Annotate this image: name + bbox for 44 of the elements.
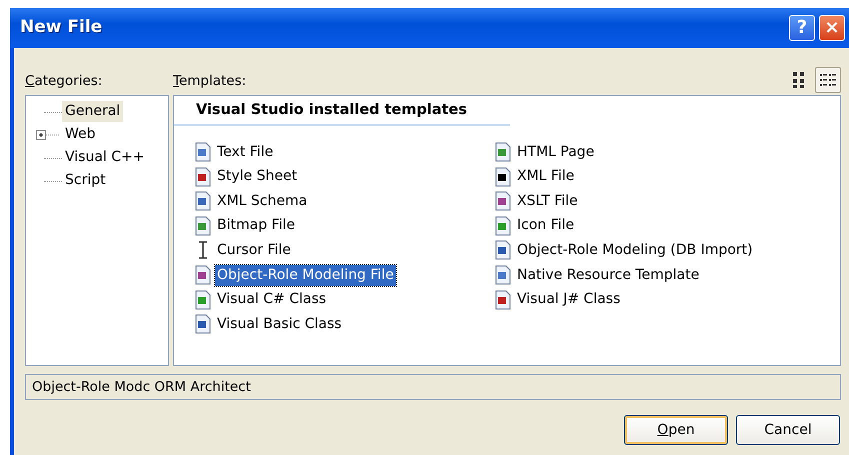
description-field: Object-Role Modc ORM Architect bbox=[25, 374, 841, 400]
document-icon bbox=[194, 265, 212, 286]
document-icon bbox=[194, 314, 212, 334]
template-item[interactable]: Visual C# Class bbox=[215, 289, 328, 310]
category-item[interactable]: Web bbox=[62, 124, 99, 145]
template-item[interactable]: Visual Basic Class bbox=[215, 314, 344, 335]
grid-icon bbox=[792, 71, 804, 89]
document-icon bbox=[494, 216, 512, 236]
template-item[interactable]: XML File bbox=[515, 166, 576, 188]
window-title: New File bbox=[20, 16, 104, 40]
open-button[interactable]: Open bbox=[624, 415, 728, 445]
template-item[interactable]: Text File bbox=[215, 142, 276, 163]
category-item[interactable]: Script bbox=[62, 170, 109, 191]
document-icon bbox=[494, 290, 512, 310]
document-icon bbox=[194, 216, 212, 236]
template-item[interactable]: HTML Page bbox=[515, 142, 596, 163]
template-item[interactable]: Bitmap File bbox=[215, 215, 297, 236]
document-icon bbox=[194, 142, 212, 162]
small-icons-view-button[interactable] bbox=[815, 67, 841, 93]
document-icon bbox=[194, 290, 212, 310]
document-icon bbox=[194, 191, 212, 212]
document-icon bbox=[494, 191, 512, 212]
template-item[interactable]: XML Schema bbox=[215, 190, 310, 212]
template-item[interactable]: Object-Role Modeling File bbox=[215, 264, 396, 286]
templates-label: Templates: bbox=[173, 72, 248, 91]
document-icon bbox=[494, 166, 512, 187]
template-item[interactable]: XSLT File bbox=[515, 190, 580, 212]
template-item[interactable]: Native Resource Template bbox=[515, 264, 702, 286]
category-item[interactable]: Visual C++ bbox=[62, 147, 148, 168]
document-icon bbox=[494, 265, 512, 286]
template-item[interactable]: Visual J# Class bbox=[515, 289, 622, 310]
list-icon bbox=[819, 72, 837, 88]
group-title: Visual Studio installed templates bbox=[174, 96, 510, 126]
categories-label: Categories: bbox=[25, 72, 104, 91]
template-item[interactable]: Cursor File bbox=[215, 240, 293, 261]
document-icon bbox=[494, 240, 512, 260]
category-item[interactable]: General bbox=[62, 101, 124, 122]
cancel-button[interactable]: Cancel bbox=[736, 415, 840, 445]
template-item[interactable]: Icon File bbox=[515, 215, 576, 236]
document-icon bbox=[494, 142, 512, 162]
template-item[interactable]: Style Sheet bbox=[215, 166, 300, 188]
help-button[interactable]: ? bbox=[789, 15, 815, 41]
template-item[interactable]: Object-Role Modeling (DB Import) bbox=[515, 240, 755, 261]
document-icon bbox=[194, 166, 212, 187]
